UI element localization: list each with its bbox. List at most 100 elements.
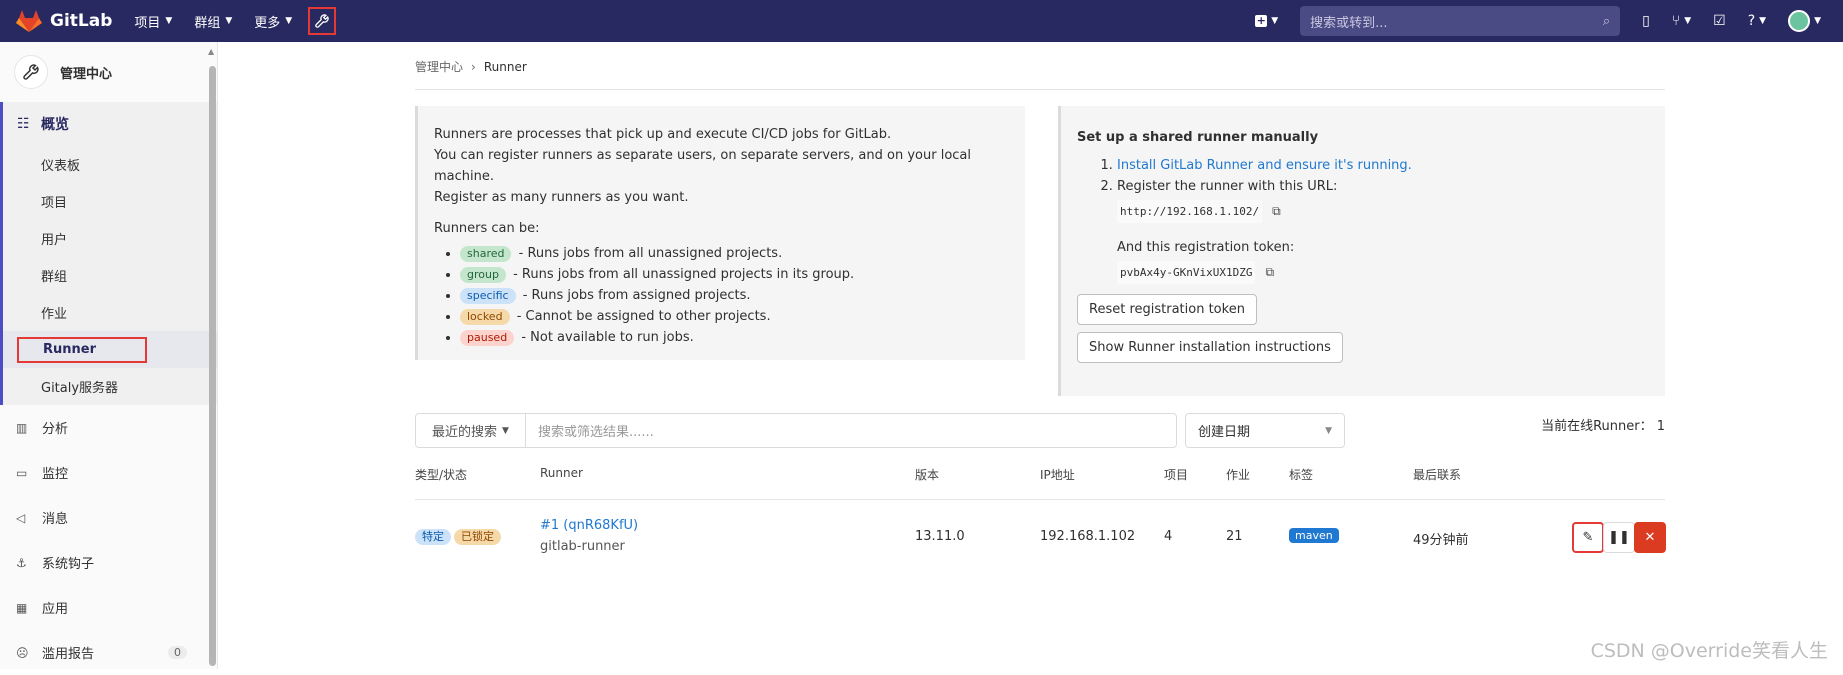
user-menu[interactable]: ▼ bbox=[1788, 10, 1821, 32]
setup-title: Set up a shared runner manually bbox=[1077, 130, 1319, 145]
chevron-down-icon: ▼ bbox=[1271, 16, 1279, 26]
scroll-up-arrow-icon[interactable]: ▲ bbox=[208, 47, 214, 56]
runner-jobs-count: 21 bbox=[1226, 529, 1243, 544]
close-icon: ✕ bbox=[1644, 530, 1656, 545]
wrench-icon bbox=[315, 14, 329, 28]
sidebar-sub-label: Runner bbox=[17, 336, 147, 363]
breadcrumb: 管理中心 › Runner bbox=[415, 58, 527, 75]
sidebar-header[interactable]: 管理中心 bbox=[0, 42, 217, 102]
url-row: http://192.168.1.102/ ⧉ bbox=[1117, 200, 1649, 223]
nav-projects[interactable]: 项目 ▼ bbox=[134, 12, 172, 31]
sidebar-sub-label: 作业 bbox=[41, 307, 68, 322]
sidebar-sub-groups[interactable]: 群组 bbox=[3, 257, 217, 294]
column-header-version: 版本 bbox=[915, 468, 940, 482]
chevron-down-icon: ▼ bbox=[1325, 425, 1332, 436]
issues-icon: ▯ bbox=[1642, 13, 1650, 29]
runner-ip: 192.168.1.102 bbox=[1040, 529, 1136, 544]
sidebar-sub-dashboard[interactable]: 仪表板 bbox=[3, 146, 217, 183]
apps-icon: ▦ bbox=[16, 600, 28, 615]
edit-runner-button[interactable]: ✎ bbox=[1572, 522, 1604, 553]
avatar bbox=[1788, 10, 1811, 32]
column-header-ip: IP地址 bbox=[1040, 468, 1075, 482]
recent-searches-dropdown[interactable]: 最近的搜索 ▼ bbox=[416, 414, 526, 447]
sidebar-item-analytics[interactable]: ▥ 分析 bbox=[0, 405, 217, 450]
wrench-icon bbox=[23, 64, 39, 80]
sidebar-sub-users[interactable]: 用户 bbox=[3, 220, 217, 257]
copy-icon[interactable]: ⧉ bbox=[1272, 201, 1281, 222]
sidebar-item-overview[interactable]: ☷ 概览 bbox=[3, 102, 217, 146]
sidebar-sub-jobs[interactable]: 作业 bbox=[3, 294, 217, 331]
sidebar-item-label: 分析 bbox=[42, 422, 69, 437]
help-dropdown[interactable]: ? ▼ bbox=[1748, 13, 1766, 29]
sidebar-group-overview: ☷ 概览 仪表板 项目 用户 群组 作业 Runner Gitaly服务器 bbox=[0, 102, 217, 405]
sidebar-item-abuse-reports[interactable]: ☹ 滥用报告 0 bbox=[0, 630, 217, 675]
sidebar-sub-label: 用户 bbox=[41, 233, 68, 248]
setup-step: Install GitLab Runner and ensure it's ru… bbox=[1117, 155, 1649, 176]
sidebar-item-messages[interactable]: ◁ 消息 bbox=[0, 495, 217, 540]
sidebar: 管理中心 ☷ 概览 仪表板 项目 用户 群组 作业 Runner Gitaly服… bbox=[0, 42, 218, 669]
sidebar-item-monitoring[interactable]: ▭ 监控 bbox=[0, 450, 217, 495]
badge-locked: 已锁定 bbox=[454, 529, 501, 545]
nav-more[interactable]: 更多 ▼ bbox=[254, 12, 292, 31]
copy-icon[interactable]: ⧉ bbox=[1265, 262, 1274, 283]
sidebar-sub-gitaly[interactable]: Gitaly服务器 bbox=[3, 368, 217, 405]
info-text: You can register runners as separate use… bbox=[434, 148, 972, 184]
shared-runner-setup-panel: Set up a shared runner manually Install … bbox=[1058, 106, 1665, 396]
sidebar-item-system-hooks[interactable]: ⚓ 系统钩子 bbox=[0, 540, 217, 585]
list-item-text: - Runs jobs from assigned projects. bbox=[522, 288, 751, 303]
show-instructions-button[interactable]: Show Runner installation instructions bbox=[1077, 332, 1343, 363]
merge-requests-dropdown[interactable]: ⑂ ▼ bbox=[1672, 13, 1691, 29]
overview-icon: ☷ bbox=[17, 116, 30, 132]
sidebar-item-label: 监控 bbox=[42, 467, 69, 482]
search-icon: ⌕ bbox=[1602, 13, 1611, 29]
filter-input[interactable]: 搜索或筛选结果...... bbox=[526, 414, 654, 447]
sidebar-item-label: 系统钩子 bbox=[42, 557, 95, 572]
chevron-down-icon: ▼ bbox=[1759, 16, 1767, 26]
brand-name: GitLab bbox=[50, 11, 113, 31]
list-item: paused - Not available to run jobs. bbox=[460, 327, 1009, 348]
count-badge: 0 bbox=[168, 646, 187, 659]
filter-bar: 最近的搜索 ▼ 搜索或筛选结果...... bbox=[415, 413, 1177, 448]
pause-runner-button[interactable]: ❚❚ bbox=[1603, 522, 1635, 553]
chevron-down-icon: ▼ bbox=[1814, 16, 1821, 26]
help-icon: ? bbox=[1747, 13, 1756, 29]
reset-token-button[interactable]: Reset registration token bbox=[1077, 294, 1257, 325]
sidebar-sub-runners[interactable]: Runner bbox=[3, 331, 217, 368]
label-shared: shared bbox=[460, 246, 512, 262]
remove-runner-button[interactable]: ✕ bbox=[1634, 522, 1666, 553]
gitlab-logo[interactable]: GitLab bbox=[16, 9, 112, 33]
plus-square-icon: + bbox=[1255, 14, 1268, 27]
report-icon: ☹ bbox=[16, 645, 29, 660]
list-item-text: - Not available to run jobs. bbox=[521, 330, 694, 345]
sidebar-scrollbar[interactable] bbox=[209, 66, 216, 666]
list-item: specific - Runs jobs from assigned proje… bbox=[460, 285, 1009, 306]
megaphone-icon: ◁ bbox=[16, 510, 26, 525]
sidebar-sub-label: Gitaly服务器 bbox=[41, 381, 119, 396]
install-runner-link[interactable]: Install GitLab Runner and ensure it's ru… bbox=[1117, 158, 1412, 173]
chevron-down-icon: ▼ bbox=[225, 16, 233, 26]
todos-button[interactable]: ☑ bbox=[1713, 13, 1726, 29]
chevron-down-icon: ▼ bbox=[165, 16, 173, 26]
divider bbox=[415, 499, 1665, 500]
runner-link[interactable]: #1 (qnR68KfU) bbox=[540, 518, 638, 533]
label-group: group bbox=[460, 267, 506, 283]
list-item: shared - Runs jobs from all unassigned p… bbox=[460, 243, 1009, 264]
sidebar-item-applications[interactable]: ▦ 应用 bbox=[0, 585, 217, 630]
admin-area-button[interactable] bbox=[308, 7, 337, 35]
breadcrumb-root[interactable]: 管理中心 bbox=[415, 58, 463, 75]
issues-button[interactable]: ▯ bbox=[1642, 13, 1650, 29]
sort-dropdown[interactable]: 创建日期 ▼ bbox=[1185, 413, 1345, 448]
label-locked: locked bbox=[460, 309, 510, 325]
sidebar-sub-projects[interactable]: 项目 bbox=[3, 183, 217, 220]
runner-projects-count: 4 bbox=[1164, 529, 1173, 544]
search-input[interactable]: 搜索或转到... ⌕ bbox=[1300, 6, 1621, 36]
runner-version: 13.11.0 bbox=[915, 529, 965, 544]
column-header-last-contact: 最后联系 bbox=[1413, 468, 1462, 482]
new-item-dropdown[interactable]: + ▼ bbox=[1255, 15, 1278, 27]
sidebar-item-label: 概览 bbox=[41, 117, 69, 133]
breadcrumb-current[interactable]: Runner bbox=[484, 60, 527, 74]
sidebar-item-label: 应用 bbox=[42, 602, 69, 617]
nav-groups[interactable]: 群组 ▼ bbox=[194, 12, 232, 31]
reset-row: Reset registration token bbox=[1077, 294, 1649, 325]
info-text: Register as many runners as you want. bbox=[434, 190, 689, 205]
